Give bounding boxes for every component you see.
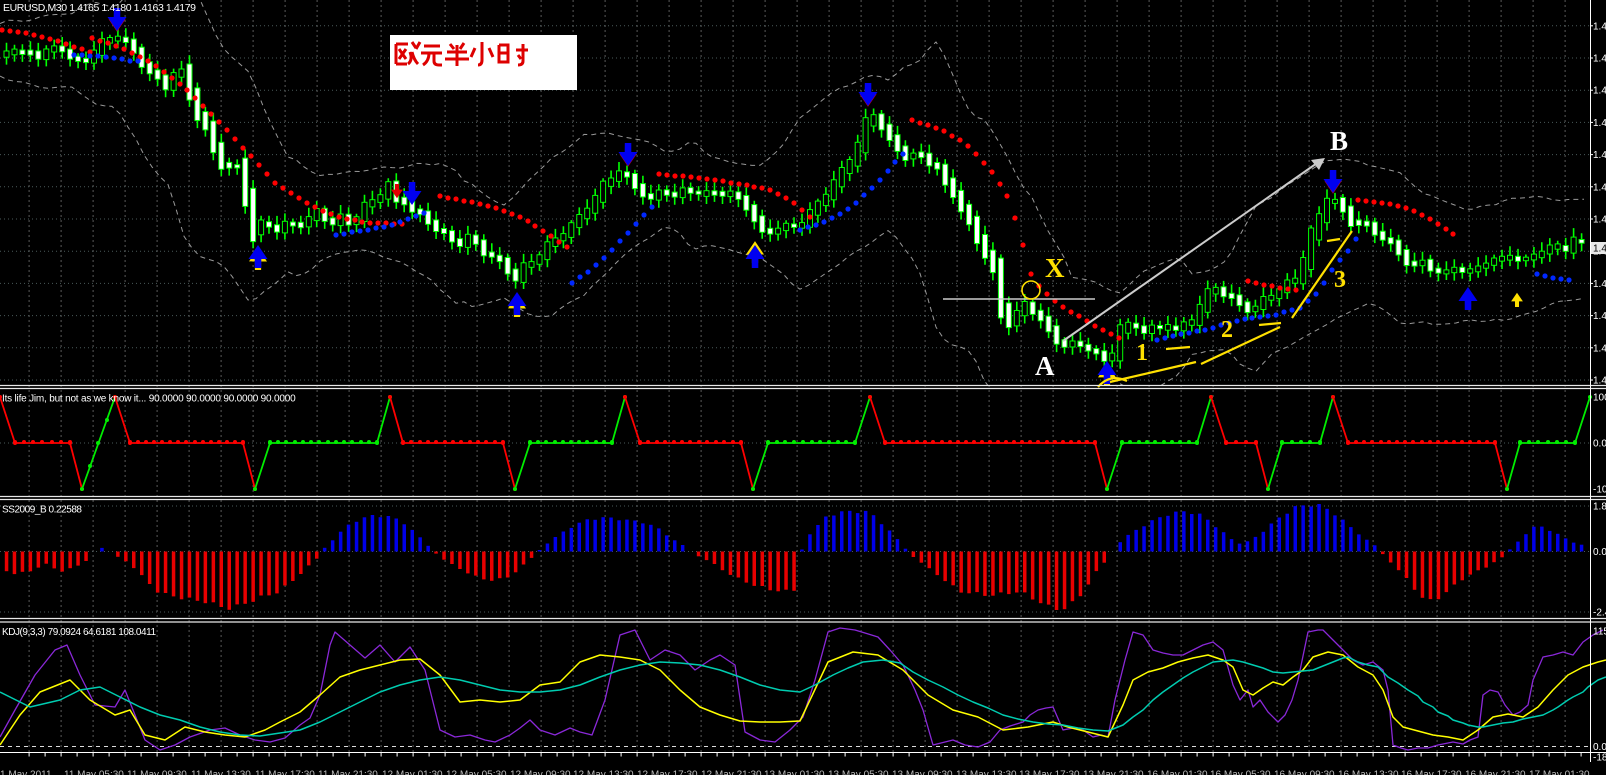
svg-text:13 May 05:30: 13 May 05:30 (828, 770, 889, 775)
svg-text:-18: -18 (1593, 753, 1606, 764)
svg-text:X: X (1045, 253, 1065, 283)
svg-text:12 May 21:30: 12 May 21:30 (701, 770, 762, 775)
svg-text:1.41: 1.41 (1593, 182, 1606, 193)
svg-text:115: 115 (1593, 627, 1606, 638)
svg-text:0.0: 0.0 (1593, 439, 1606, 450)
svg-text:-10: -10 (1593, 485, 1606, 496)
svg-text:1.41: 1.41 (1593, 376, 1606, 387)
svg-text:13 May 17:30: 13 May 17:30 (1019, 770, 1080, 775)
svg-text:1.41: 1.41 (1593, 150, 1606, 161)
svg-text:12 May 01:30: 12 May 01:30 (382, 770, 443, 775)
svg-text:13 May 09:30: 13 May 09:30 (892, 770, 953, 775)
svg-text:1.41: 1.41 (1593, 118, 1606, 129)
svg-text:16 May 13:30: 16 May 13:30 (1338, 770, 1399, 775)
svg-text:13 May 13:30: 13 May 13:30 (956, 770, 1017, 775)
svg-text:16 May 21:30: 16 May 21:30 (1465, 770, 1526, 775)
svg-text:11 May 17:30: 11 May 17:30 (255, 770, 315, 775)
svg-text:16 May 01:30: 16 May 01:30 (1147, 770, 1208, 775)
svg-text:1 May 2011: 1 May 2011 (0, 770, 52, 775)
svg-text:16 May 17:30: 16 May 17:30 (1401, 770, 1462, 775)
svg-text:13 May 01:30: 13 May 01:30 (764, 770, 825, 775)
svg-text:16 May 05:30: 16 May 05:30 (1210, 770, 1271, 775)
svg-text:A: A (1035, 351, 1055, 381)
svg-text:17 May 01:30: 17 May 01:30 (1529, 770, 1590, 775)
svg-text:2: 2 (1221, 317, 1233, 343)
svg-text:1.8: 1.8 (1593, 502, 1606, 513)
svg-text:13 May 21:30: 13 May 21:30 (1083, 770, 1144, 775)
svg-text:1.41: 1.41 (1593, 21, 1606, 32)
svg-text:100: 100 (1593, 393, 1606, 404)
svg-text:3: 3 (1334, 267, 1346, 293)
svg-text:11 May 09:30: 11 May 09:30 (127, 770, 187, 775)
svg-text:SS2009_B 0.22588: SS2009_B 0.22588 (2, 505, 82, 516)
svg-text:1: 1 (1136, 340, 1148, 366)
svg-text:0.0: 0.0 (1593, 547, 1606, 558)
svg-text:11 May 13:30: 11 May 13:30 (191, 770, 251, 775)
svg-text:12 May 17:30: 12 May 17:30 (637, 770, 698, 775)
svg-text:B: B (1330, 126, 1348, 156)
svg-text:Its life Jim, but not as we kn: Its life Jim, but not as we know it... 9… (2, 394, 296, 405)
svg-text:12 May 05:30: 12 May 05:30 (446, 770, 507, 775)
svg-text:KDJ(9,3,3) 79.0924 64.6181 108: KDJ(9,3,3) 79.0924 64.6181 108.0411 (2, 627, 157, 638)
svg-text:1.41: 1.41 (1593, 244, 1606, 255)
svg-text:EURUSD,M30 1.4165 1.4180 1.41: EURUSD,M30 1.4165 1.4180 1.4163 1.4179 (3, 2, 196, 14)
svg-text:1.41: 1.41 (1593, 311, 1606, 322)
svg-text:1.41: 1.41 (1593, 343, 1606, 354)
svg-text:1.41: 1.41 (1593, 279, 1606, 290)
svg-text:12 May 13:30: 12 May 13:30 (573, 770, 634, 775)
svg-text:16 May 09:30: 16 May 09:30 (1274, 770, 1335, 775)
svg-text:11 May 21:30: 11 May 21:30 (318, 770, 378, 775)
svg-text:11 May 05:30: 11 May 05:30 (64, 770, 124, 775)
svg-text:1.41: 1.41 (1593, 86, 1606, 97)
svg-text:0.0: 0.0 (1593, 742, 1606, 753)
svg-text:-2.4: -2.4 (1593, 608, 1606, 619)
svg-text:1.41: 1.41 (1593, 54, 1606, 65)
svg-text:12 May 09:30: 12 May 09:30 (510, 770, 571, 775)
svg-text:1.41: 1.41 (1593, 215, 1606, 226)
